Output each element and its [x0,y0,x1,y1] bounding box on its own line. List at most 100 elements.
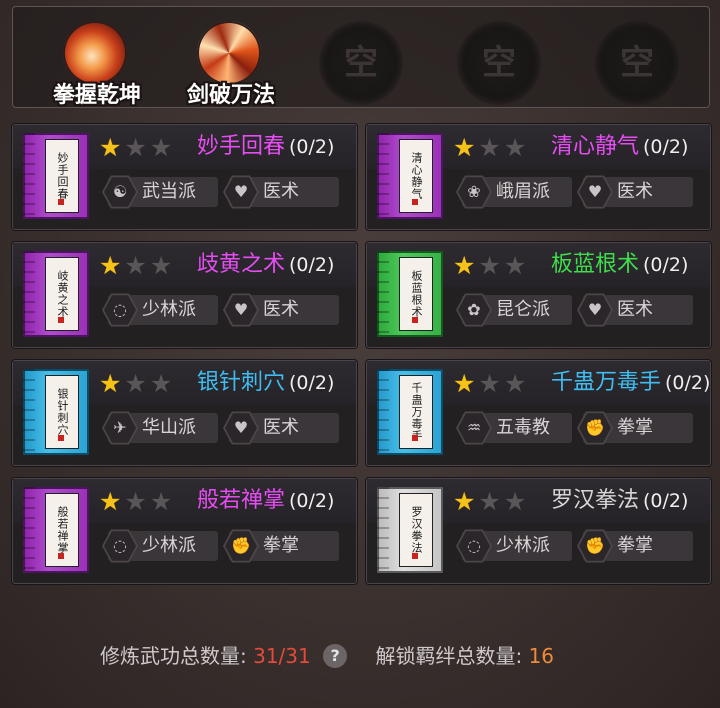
sect-name: 昆仑派 [496,299,550,320]
skill-label: 剑破万法 [186,83,275,108]
sect-tag: ◌ 少林派 [102,293,218,327]
trained-total-value: 31/31 [253,644,311,668]
type-tag: ♥ 医术 [223,175,339,209]
skill-label: 拳握乾坤 [52,83,141,108]
book-spine [377,487,389,573]
star-filled-icon: ★ [453,133,476,162]
skill-slot-1[interactable]: 拳握乾坤 [27,13,167,108]
star-empty-icon: ★ [503,251,527,280]
skill-card[interactable]: 清心静气 ★ ★ ★ 清心静气 (0/2) ❀ 峨眉派 ♥ 医术 [366,124,711,230]
star-empty-icon: ★ [149,487,173,516]
skill-card[interactable]: 板蓝根术 ★ ★ ★ 板蓝根术 (0/2) ✿ 昆仑派 ♥ 医术 [366,242,711,348]
star-filled-icon: ★ [453,251,476,280]
skill-title: 清心静气 (0/2) [551,133,688,161]
star-empty-icon: ★ [124,133,147,162]
star-rating: ★ ★ ★ [453,489,529,515]
skill-type: 医术 [263,417,299,438]
manual-book-icon: 妙手回春 [23,133,89,219]
skill-name: 妙手回春 [197,134,286,159]
skill-card[interactable]: 千蛊万毒手 ★ ★ ★ 千蛊万毒手 (0/2) ♒ 五毒教 ✊ 拳掌 [366,360,711,466]
star-empty-icon: ★ [149,133,173,162]
skill-card[interactable]: 罗汉拳法 ★ ★ ★ 罗汉拳法 (0/2) ◌ 少林派 ✊ 拳掌 [366,478,711,584]
book-spine [377,251,389,337]
sect-tag: ✿ 昆仑派 [456,293,572,327]
book-spine [23,251,35,337]
trained-total-label: 修炼武功总数量: [100,644,247,668]
skill-title: 般若禅掌 (0/2) [197,487,334,515]
skill-type: 拳掌 [263,535,299,556]
sect-name: 峨眉派 [496,181,550,202]
sect-name: 少林派 [142,299,196,320]
type-tag: ✊ 拳掌 [577,411,693,445]
book-spine [23,369,35,455]
star-rating: ★ ★ ★ [99,489,175,515]
red-seal-icon [412,553,418,559]
sect-tag: ☯ 武当派 [102,175,218,209]
book-spine [377,369,389,455]
skill-slot-2[interactable]: 剑破万法 [161,13,301,108]
skill-name: 清心静气 [551,134,640,159]
skill-progress: (0/2) [289,136,335,158]
bonds-total-value: 16 [528,644,555,668]
sect-tag: ❀ 峨眉派 [456,175,572,209]
sect-tag: ✈ 华山派 [102,411,218,445]
star-rating: ★ ★ ★ [453,135,529,161]
sect-name: 五毒教 [496,417,550,438]
skill-card[interactable]: 妙手回春 ★ ★ ★ 妙手回春 (0/2) ☯ 武当派 ♥ 医术 [12,124,357,230]
star-empty-icon: ★ [478,251,501,280]
empty-skill-slot[interactable]: 空 [319,21,403,105]
star-rating: ★ ★ ★ [453,371,529,397]
red-seal-icon [58,553,64,559]
skill-card[interactable]: 银针刺穴 ★ ★ ★ 银针刺穴 (0/2) ✈ 华山派 ♥ 医术 [12,360,357,466]
star-rating: ★ ★ ★ [453,253,529,279]
skill-name: 板蓝根术 [551,252,640,277]
skill-card[interactable]: 岐黄之术 ★ ★ ★ 歧黄之术 (0/2) ◌ 少林派 ♥ 医术 [12,242,357,348]
skill-title: 千蛊万毒手 (0/2) [551,369,710,397]
star-empty-icon: ★ [124,251,147,280]
skill-type: 医术 [617,299,653,320]
star-filled-icon: ★ [99,133,122,162]
star-empty-icon: ★ [478,369,501,398]
type-tag: ✊ 拳掌 [577,529,693,563]
skill-progress: (0/2) [665,372,711,394]
skill-progress: (0/2) [289,490,335,512]
star-empty-icon: ★ [478,487,501,516]
star-rating: ★ ★ ★ [99,135,175,161]
skill-name: 般若禅掌 [197,488,286,513]
empty-skill-slot[interactable]: 空 [595,21,679,105]
book-spine [23,487,35,573]
star-empty-icon: ★ [149,369,173,398]
sect-name: 少林派 [142,535,196,556]
sect-name: 武当派 [142,181,196,202]
skill-title: 罗汉拳法 (0/2) [551,487,688,515]
star-filled-icon: ★ [453,487,476,516]
skill-name: 千蛊万毒手 [551,370,662,395]
skill-card[interactable]: 般若禅掌 ★ ★ ★ 般若禅掌 (0/2) ◌ 少林派 ✊ 拳掌 [12,478,357,584]
manual-book-icon: 岐黄之术 [23,251,89,337]
manual-book-icon: 板蓝根术 [377,251,443,337]
bonds-total-label: 解锁羁绊总数量: [375,644,523,668]
skill-type: 医术 [617,181,653,202]
red-seal-icon [412,435,418,441]
star-filled-icon: ★ [99,369,122,398]
manual-book-icon: 般若禅掌 [23,487,89,573]
red-seal-icon [412,317,418,323]
help-icon[interactable]: ? [323,644,348,668]
star-empty-icon: ★ [503,487,527,516]
star-empty-icon: ★ [124,487,147,516]
star-filled-icon: ★ [99,487,122,516]
star-empty-icon: ★ [503,133,527,162]
skill-type: 拳掌 [617,535,653,556]
book-spine [23,133,35,219]
skill-title: 妙手回春 (0/2) [197,133,334,161]
skill-progress: (0/2) [643,136,689,158]
skill-name: 歧黄之术 [197,252,286,277]
swirl-fist-skill-icon [63,21,127,85]
skill-name: 罗汉拳法 [551,488,640,513]
skill-progress: (0/2) [643,254,689,276]
empty-skill-slot[interactable]: 空 [457,21,541,105]
skill-progress: (0/2) [289,372,335,394]
manual-book-icon: 罗汉拳法 [377,487,443,573]
sect-tag: ◌ 少林派 [456,529,572,563]
star-empty-icon: ★ [124,369,147,398]
